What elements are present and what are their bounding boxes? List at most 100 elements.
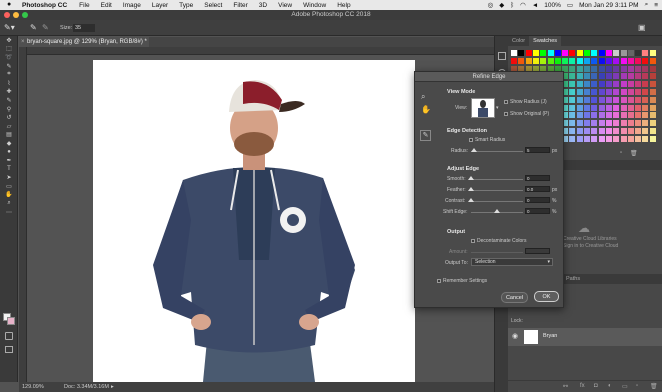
status-menu-icon[interactable]: ▸ — [111, 382, 114, 392]
swatch-cell[interactable] — [642, 57, 649, 64]
tab-swatches[interactable]: Swatches — [529, 36, 562, 46]
move-tool-icon[interactable]: ✥ — [0, 36, 18, 45]
swatch-cell[interactable] — [591, 57, 598, 64]
fx-icon[interactable]: fx — [580, 383, 585, 389]
swatch-cell[interactable] — [620, 120, 627, 127]
hand-tool-icon[interactable]: ✋ — [0, 191, 18, 200]
ok-button[interactable]: OK — [534, 291, 559, 302]
screen-mode-icon[interactable] — [5, 346, 13, 353]
swatch-cell[interactable] — [620, 73, 627, 80]
swatch-cell[interactable] — [620, 104, 627, 111]
swatch-cell[interactable] — [620, 112, 627, 119]
swatch-cell[interactable] — [627, 112, 634, 119]
shape-tool-icon[interactable]: ▭ — [0, 182, 18, 191]
tab-color[interactable]: Color — [508, 36, 529, 46]
refine-radius-tool-icon[interactable]: ✎ — [420, 130, 431, 141]
swatch-cell[interactable] — [569, 120, 576, 127]
layer-row[interactable]: ◉ Bryan — [508, 328, 662, 346]
swatch-cell[interactable] — [598, 120, 605, 127]
lasso-tool-icon[interactable]: ➰ — [0, 53, 18, 62]
cancel-button[interactable]: Cancel — [501, 292, 528, 303]
swatch-cell[interactable] — [613, 73, 620, 80]
bluetooth-icon[interactable]: ᛒ — [510, 2, 514, 9]
swatch-cell[interactable] — [598, 65, 605, 72]
close-tab-icon[interactable]: × — [21, 37, 25, 47]
delete-swatch-icon[interactable]: 🗑 — [630, 150, 638, 157]
new-layer-icon[interactable]: ▫ — [636, 383, 638, 389]
swatch-cell[interactable] — [649, 112, 656, 119]
smart-radius-checkbox[interactable] — [469, 138, 473, 142]
swatch-cell[interactable] — [649, 73, 656, 80]
output-to-select[interactable]: Selection ▾ — [471, 258, 553, 266]
quick-mask-icon[interactable] — [5, 332, 13, 340]
swatch-cell[interactable] — [576, 50, 583, 56]
swatch-cell[interactable] — [620, 96, 627, 103]
swatch-cell[interactable] — [613, 65, 620, 72]
swatch-cell[interactable] — [635, 120, 642, 127]
zoom-window-button[interactable] — [22, 12, 28, 18]
swatch-cell[interactable] — [613, 120, 620, 127]
swatch-cell[interactable] — [642, 128, 649, 134]
swatch-cell[interactable] — [569, 57, 576, 64]
swatch-cell[interactable] — [649, 65, 656, 72]
swatch-cell[interactable] — [627, 89, 634, 95]
swatch-cell[interactable] — [584, 81, 590, 88]
path-select-tool-icon[interactable]: ➤ — [0, 174, 18, 183]
swatch-cell[interactable] — [540, 50, 547, 56]
swatch-cell[interactable] — [613, 81, 620, 88]
menu-edit[interactable]: Edit — [101, 2, 112, 9]
swatch-cell[interactable] — [584, 50, 590, 56]
swatch-cell[interactable] — [591, 50, 598, 56]
menu-type[interactable]: Type — [179, 2, 193, 9]
swatch-cell[interactable] — [613, 135, 620, 142]
adjustment-layer-icon[interactable]: ◐ — [608, 383, 612, 389]
swatch-cell[interactable] — [627, 57, 634, 64]
brush-mode-alt-icon[interactable]: ✎ — [42, 23, 49, 32]
swatch-cell[interactable] — [642, 104, 649, 111]
swatch-cell[interactable] — [591, 65, 598, 72]
swatch-cell[interactable] — [605, 65, 612, 72]
swatch-cell[interactable] — [532, 50, 539, 56]
swatch-cell[interactable] — [627, 65, 634, 72]
swatch-cell[interactable] — [598, 50, 605, 56]
swatch-cell[interactable] — [598, 81, 605, 88]
dropbox-icon[interactable]: ◆ — [499, 1, 504, 9]
wifi-icon[interactable]: ◠ — [520, 1, 526, 9]
pen-tool-icon[interactable]: ✒ — [0, 156, 18, 165]
swatch-cell[interactable] — [613, 50, 620, 56]
mask-icon[interactable]: ◘ — [594, 383, 598, 389]
swatch-cell[interactable] — [605, 120, 612, 127]
swatch-cell[interactable] — [642, 81, 649, 88]
swatch-cell[interactable] — [649, 104, 656, 111]
swatch-cell[interactable] — [605, 128, 612, 134]
swatch-cell[interactable] — [569, 96, 576, 103]
swatch-cell[interactable] — [525, 57, 532, 64]
swatch-cell[interactable] — [591, 120, 598, 127]
swatch-cell[interactable] — [635, 73, 642, 80]
swatch-cell[interactable] — [635, 112, 642, 119]
swatch-cell[interactable] — [642, 50, 649, 56]
contrast-slider-track[interactable] — [471, 201, 523, 202]
swatch-cell[interactable] — [562, 57, 569, 64]
swatch-cell[interactable] — [627, 128, 634, 134]
swatch-cell[interactable] — [620, 65, 627, 72]
brush-tool-icon[interactable]: ✎ — [0, 96, 18, 105]
swatch-cell[interactable] — [576, 65, 583, 72]
swatch-cell[interactable] — [569, 65, 576, 72]
swatch-cell[interactable] — [627, 96, 634, 103]
swatch-cell[interactable] — [635, 81, 642, 88]
swatch-cell[interactable] — [576, 104, 583, 111]
swatch-cell[interactable] — [547, 57, 554, 64]
close-window-button[interactable] — [4, 12, 10, 18]
zoom-tool-icon[interactable]: ⌕ — [0, 199, 18, 208]
view-mode-thumbnail[interactable] — [471, 98, 495, 118]
swatch-cell[interactable] — [627, 104, 634, 111]
swatch-cell[interactable] — [635, 104, 642, 111]
swatch-cell[interactable] — [620, 57, 627, 64]
swatch-cell[interactable] — [613, 96, 620, 103]
cc-signin-label[interactable]: Sign in to Creative Cloud — [563, 243, 618, 249]
swatch-cell[interactable] — [649, 50, 656, 56]
swatch-cell[interactable] — [518, 50, 525, 56]
radius-slider-thumb[interactable] — [471, 148, 477, 152]
new-swatch-icon[interactable]: ▫ — [620, 150, 622, 156]
